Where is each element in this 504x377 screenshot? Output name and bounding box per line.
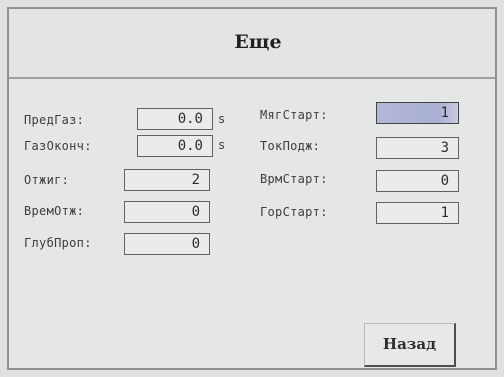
ignition-current-field[interactable]: 3 xyxy=(376,137,459,159)
label-soft-start: МягСтарт: xyxy=(260,108,328,122)
label-hot-start: ГорСтарт: xyxy=(260,205,328,219)
start-time-field[interactable]: 0 xyxy=(376,170,459,192)
penetration-depth-field[interactable]: 0 xyxy=(124,233,210,255)
back-button[interactable]: Назад xyxy=(364,323,456,367)
label-penetration-depth: ГлубПроп: xyxy=(24,236,92,250)
label-start-time: ВрмСтарт: xyxy=(260,172,328,186)
pre-gas-field[interactable]: 0.0 xyxy=(137,108,213,130)
annealing-field[interactable]: 2 xyxy=(124,169,210,191)
label-annealing: Отжиг: xyxy=(24,173,70,187)
label-post-gas: ГазОконч: xyxy=(24,139,92,153)
page-title: Еще xyxy=(234,31,282,53)
label-ignition-current: ТокПодж: xyxy=(260,139,321,153)
label-pre-gas: ПредГаз: xyxy=(24,113,85,127)
anneal-time-field[interactable]: 0 xyxy=(124,201,210,223)
hot-start-field[interactable]: 1 xyxy=(376,202,459,224)
soft-start-field[interactable]: 1 xyxy=(376,102,459,124)
post-gas-unit: s xyxy=(218,138,226,152)
pre-gas-unit: s xyxy=(218,112,226,126)
title-bar: Еще xyxy=(9,9,495,79)
post-gas-field[interactable]: 0.0 xyxy=(137,135,213,157)
window-frame: Еще ПредГаз: 0.0 s ГазОконч: 0.0 s Отжиг… xyxy=(7,7,497,370)
label-anneal-time: ВремОтж: xyxy=(24,204,85,218)
device-screen: Еще ПредГаз: 0.0 s ГазОконч: 0.0 s Отжиг… xyxy=(0,0,504,377)
